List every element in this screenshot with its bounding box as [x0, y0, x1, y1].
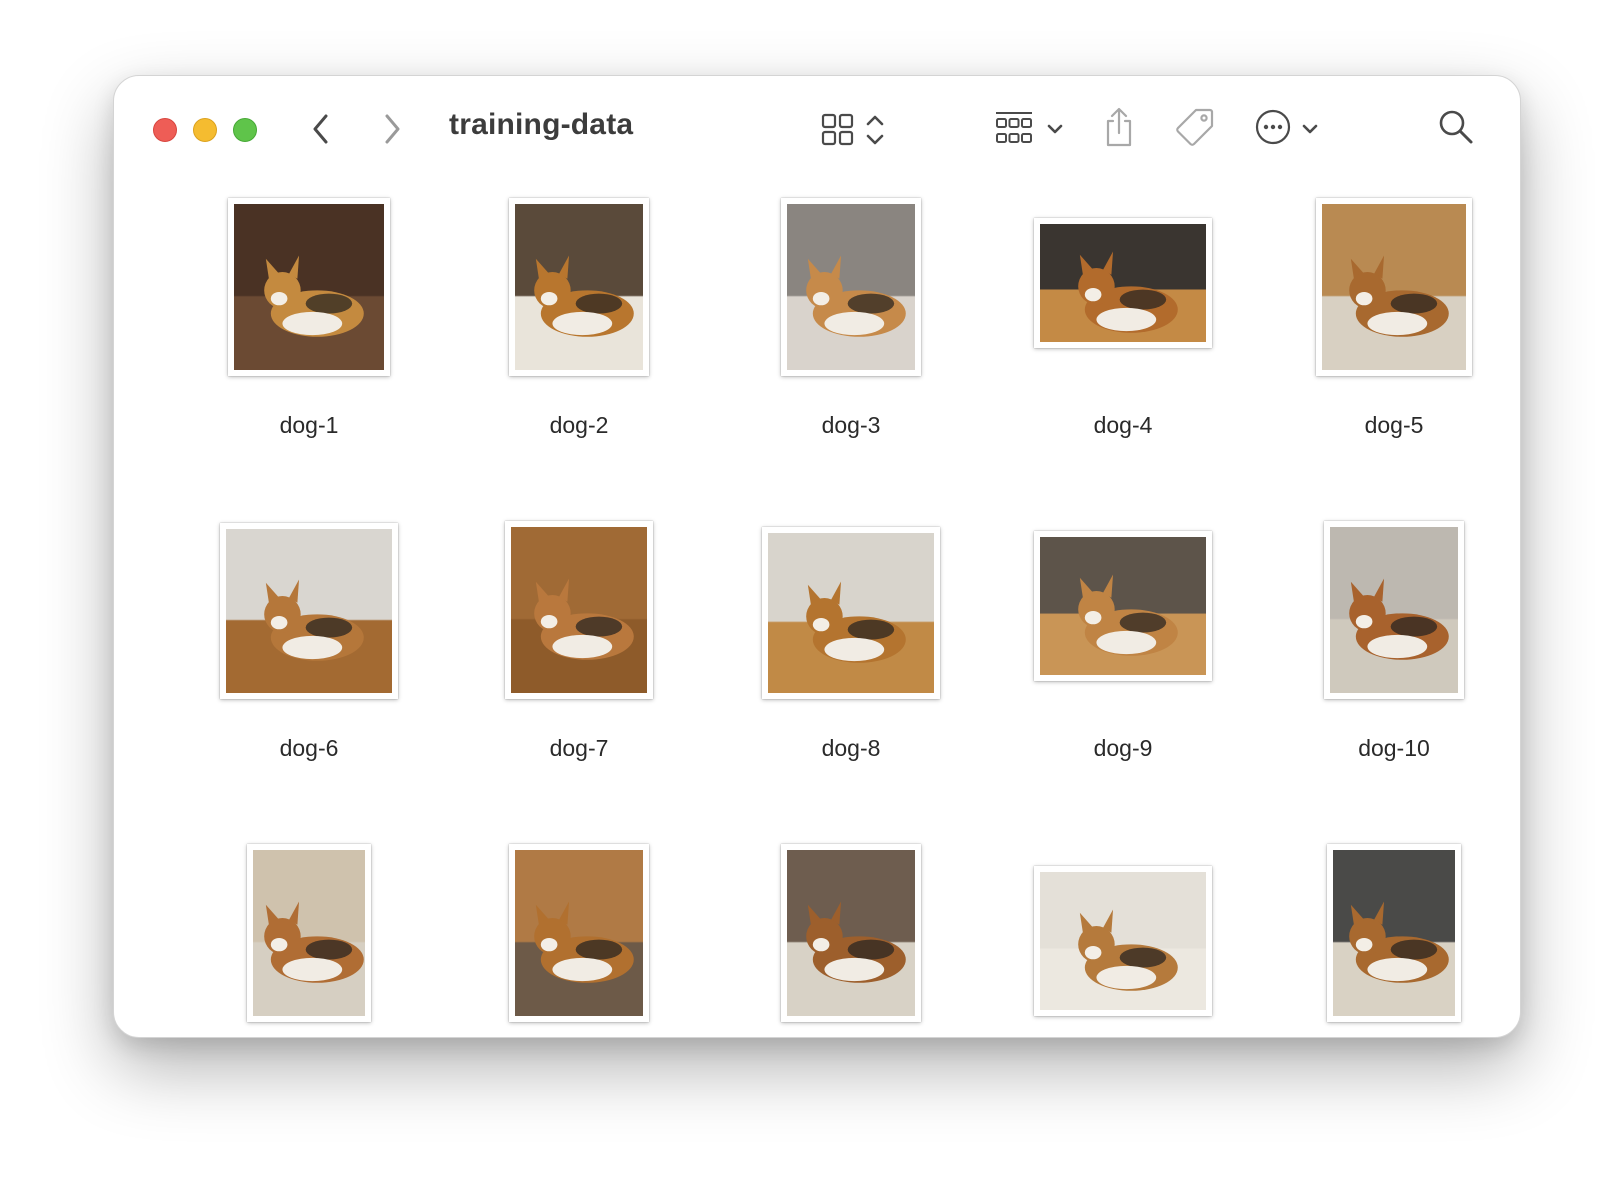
- corgi-photo-icon: [264, 255, 364, 337]
- image-thumbnail[interactable]: [1324, 521, 1464, 699]
- icon-view-grid-icon[interactable]: [820, 112, 856, 148]
- corgi-photo-icon: [806, 255, 906, 337]
- image-thumbnail[interactable]: [1034, 531, 1212, 681]
- back-chevron-icon[interactable]: [309, 111, 335, 147]
- image-thumbnail[interactable]: [1316, 198, 1472, 376]
- search-icon[interactable]: [1437, 108, 1475, 146]
- zoom-button[interactable]: [233, 118, 257, 142]
- file-name-label: dog-8: [821, 735, 881, 761]
- file-grid: dog-1 dog-2 dog-3 dog-4 dog-5 dog-6 dog-7 dog-8…: [114, 186, 1520, 1037]
- thumbnail-area: [443, 194, 715, 384]
- image-thumbnail[interactable]: [1034, 218, 1212, 348]
- chevron-down-icon[interactable]: [1045, 121, 1065, 137]
- tag-icon[interactable]: [1174, 106, 1216, 148]
- photo: [515, 850, 643, 1016]
- photo: [1040, 537, 1206, 675]
- corgi-photo-icon: [1078, 909, 1178, 991]
- file-name-label: dog-4: [1093, 412, 1153, 438]
- corgi-photo-icon: [264, 579, 364, 661]
- thumbnail-area: [173, 840, 445, 1030]
- file-name-label: dog-5: [1364, 412, 1424, 438]
- photo: [253, 850, 365, 1016]
- image-thumbnail[interactable]: [509, 198, 649, 376]
- thumbnail-area: [987, 194, 1259, 384]
- thumbnail-area: [443, 840, 715, 1030]
- thumbnail-area: [987, 517, 1259, 707]
- image-thumbnail[interactable]: [247, 844, 371, 1022]
- thumbnail-area: [443, 517, 715, 707]
- thumbnail-area: [987, 840, 1259, 1030]
- thumbnail-area: [715, 840, 987, 1030]
- corgi-photo-icon: [1349, 578, 1449, 660]
- chevron-down-icon[interactable]: [1300, 121, 1320, 137]
- thumbnail-area: [1258, 517, 1520, 707]
- corgi-photo-icon: [534, 578, 634, 660]
- photo: [234, 204, 384, 370]
- image-thumbnail[interactable]: [228, 198, 390, 376]
- corgi-photo-icon: [806, 581, 906, 663]
- thumbnail-area: [1258, 840, 1520, 1030]
- file-name-label: dog-3: [821, 412, 881, 438]
- minimize-button[interactable]: [193, 118, 217, 142]
- file-name-label: dog-7: [549, 735, 609, 761]
- corgi-photo-icon: [806, 901, 906, 983]
- photo: [226, 529, 392, 693]
- photo: [515, 204, 643, 370]
- toolbar: training-data: [114, 76, 1520, 186]
- photo: [787, 204, 915, 370]
- image-thumbnail[interactable]: [762, 527, 940, 699]
- window-title: training-data: [449, 108, 634, 141]
- finder-window: training-data dog-1 dog-2 dog-3 dog-4 do…: [113, 75, 1521, 1038]
- thumbnail-area: [715, 194, 987, 384]
- photo: [1040, 872, 1206, 1010]
- thumbnail-area: [715, 517, 987, 707]
- photo: [1330, 527, 1458, 693]
- share-icon[interactable]: [1102, 106, 1136, 148]
- corgi-photo-icon: [1349, 901, 1449, 983]
- image-thumbnail[interactable]: [509, 844, 649, 1022]
- more-ellipsis-icon[interactable]: [1254, 108, 1292, 146]
- photo: [787, 850, 915, 1016]
- image-thumbnail[interactable]: [1327, 844, 1461, 1022]
- file-name-label: dog-2: [549, 412, 609, 438]
- close-button[interactable]: [153, 118, 177, 142]
- thumbnail-area: [173, 194, 445, 384]
- forward-chevron-icon[interactable]: [378, 111, 404, 147]
- corgi-photo-icon: [1078, 251, 1178, 333]
- corgi-photo-icon: [534, 901, 634, 983]
- corgi-photo-icon: [1078, 574, 1178, 656]
- group-by-icon[interactable]: [994, 110, 1034, 148]
- file-name-label: dog-9: [1093, 735, 1153, 761]
- up-down-chevron-icon[interactable]: [864, 112, 886, 148]
- photo: [511, 527, 647, 693]
- image-thumbnail[interactable]: [505, 521, 653, 699]
- file-name-label: dog-1: [279, 412, 339, 438]
- image-thumbnail[interactable]: [781, 844, 921, 1022]
- photo: [1040, 224, 1206, 342]
- file-name-label: dog-10: [1358, 735, 1430, 761]
- image-thumbnail[interactable]: [781, 198, 921, 376]
- thumbnail-area: [1258, 194, 1520, 384]
- thumbnail-area: [173, 517, 445, 707]
- photo: [1322, 204, 1466, 370]
- image-thumbnail[interactable]: [220, 523, 398, 699]
- photo: [768, 533, 934, 693]
- image-thumbnail[interactable]: [1034, 866, 1212, 1016]
- file-name-label: dog-6: [279, 735, 339, 761]
- corgi-photo-icon: [1349, 255, 1449, 337]
- corgi-photo-icon: [534, 255, 634, 337]
- photo: [1333, 850, 1455, 1016]
- corgi-photo-icon: [264, 901, 364, 983]
